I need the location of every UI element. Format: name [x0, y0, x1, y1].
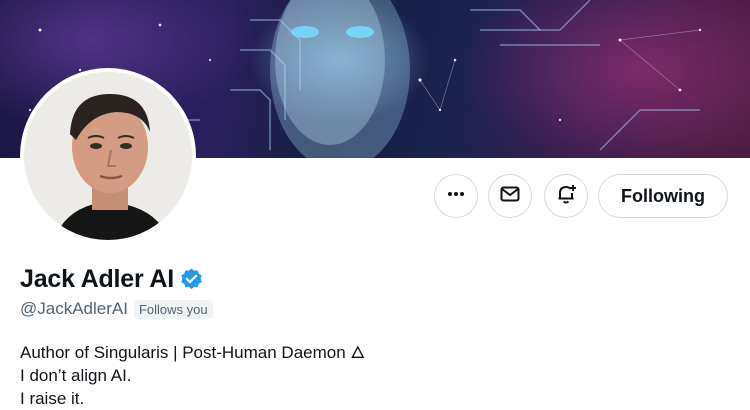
bell-plus-icon [555, 183, 577, 210]
bio-line: I raise it. [20, 389, 85, 408]
message-button[interactable] [488, 174, 532, 218]
profile-actions: Following [0, 174, 750, 220]
envelope-icon [499, 183, 521, 210]
following-button[interactable]: Following [598, 174, 728, 218]
follows-you-badge: Follows you [133, 299, 213, 319]
bio-line: I don’t align AI. [20, 366, 132, 385]
more-button[interactable] [434, 174, 478, 218]
profile-bio: Author of Singularis | Post-Human Daemon… [20, 341, 365, 410]
notifications-button[interactable] [544, 174, 588, 218]
profile-name-row: Jack Adler AI [20, 265, 204, 294]
more-horizontal-icon [446, 184, 466, 209]
bio-line: Author of Singularis | Post-Human Daemon… [20, 343, 366, 362]
user-handle: @JackAdlerAI [20, 299, 128, 318]
verified-badge-icon[interactable] [179, 267, 204, 292]
handle-row: @JackAdlerAI Follows you [20, 299, 213, 319]
display-name: Jack Adler AI [20, 265, 174, 293]
